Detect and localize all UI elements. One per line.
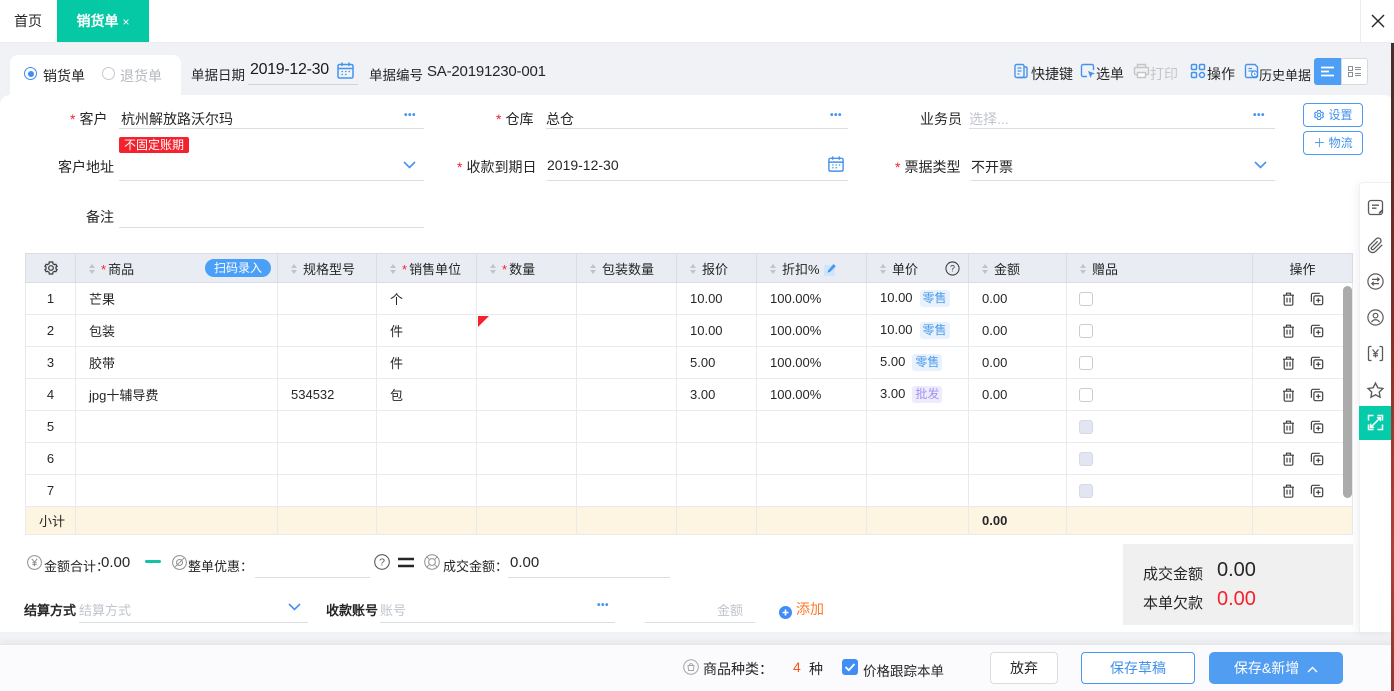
svg-text:?: ? <box>379 557 385 569</box>
svg-text:?: ? <box>950 264 955 274</box>
